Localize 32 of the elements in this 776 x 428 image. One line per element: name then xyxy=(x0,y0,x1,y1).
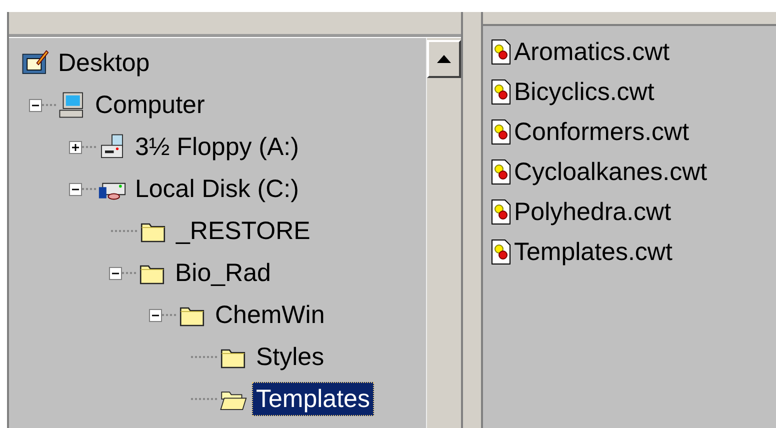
file-name[interactable]: Cycloalkanes.cwt xyxy=(514,158,708,186)
file-name[interactable]: Templates.cwt xyxy=(514,238,672,266)
folder-tree-item[interactable]: Local Disk (C:) xyxy=(131,172,303,206)
document-file-icon xyxy=(491,239,511,265)
folder-tree-item[interactable]: _RESTORE xyxy=(172,214,314,248)
file-name[interactable]: Bicyclics.cwt xyxy=(514,78,654,106)
collapse-toggle-icon[interactable] xyxy=(69,182,82,196)
folder-tree-item[interactable]: Bio_Rad xyxy=(171,256,275,290)
folder-tree-item[interactable]: ChemWin xyxy=(211,298,329,332)
folder-tree-item[interactable]: Desktop xyxy=(54,46,154,80)
folder-tree-item[interactable]: Styles xyxy=(252,340,328,374)
expand-toggle-icon[interactable] xyxy=(69,140,82,154)
scrollbar[interactable] xyxy=(426,38,461,428)
folder-tree-item[interactable]: Templates xyxy=(252,382,374,416)
desktop-icon xyxy=(21,49,49,77)
document-file-icon xyxy=(491,159,511,185)
floppy-drive-icon xyxy=(98,133,126,161)
collapse-toggle-icon[interactable] xyxy=(29,98,42,112)
folder-tree-item[interactable]: Computer xyxy=(91,88,209,122)
document-file-icon xyxy=(491,199,511,225)
computer-icon xyxy=(58,91,86,119)
document-file-icon xyxy=(491,79,511,105)
collapse-toggle-icon[interactable] xyxy=(109,266,122,280)
document-file-icon xyxy=(491,119,511,145)
up-arrow-icon xyxy=(437,55,451,63)
file-name[interactable]: Aromatics.cwt xyxy=(514,38,670,66)
folder-tree-item[interactable]: 3½ Floppy (A:) xyxy=(131,130,303,164)
file-name[interactable]: Polyhedra.cwt xyxy=(514,198,672,226)
document-file-icon xyxy=(491,39,511,65)
file-name[interactable]: Conformers.cwt xyxy=(514,118,690,146)
collapse-toggle-icon[interactable] xyxy=(149,308,162,322)
scroll-up-button[interactable] xyxy=(427,40,461,78)
